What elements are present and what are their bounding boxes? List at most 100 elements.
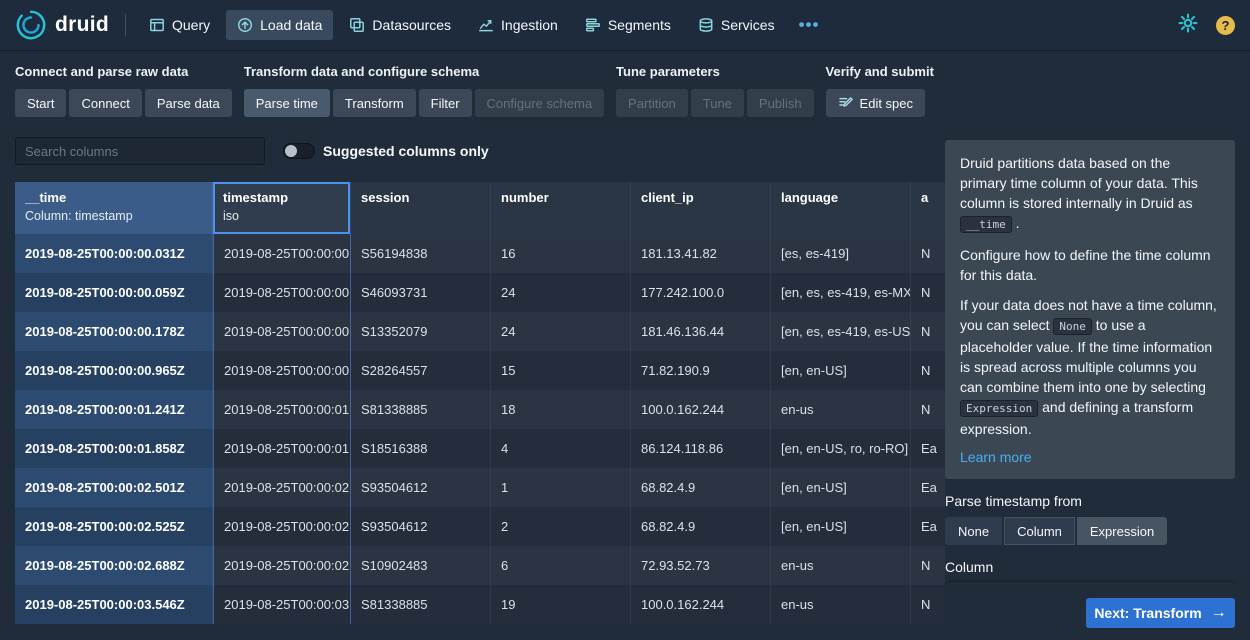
table-cell: S56194838	[351, 234, 491, 273]
nav-item-label: Segments	[608, 17, 671, 33]
nav-item-segments[interactable]: Segments	[574, 10, 682, 40]
table-cell: 2019-08-25T00:00:02.525Z	[15, 507, 213, 546]
table-cell: 177.242.100.0	[631, 273, 771, 312]
table-cell: 68.82.4.9	[631, 507, 771, 546]
nav-item-ingestion[interactable]: Ingestion	[467, 10, 569, 40]
table-cell: [es, es-419]	[771, 234, 911, 273]
table-cell: 2019-08-25T00:00:00.059Z	[15, 273, 213, 312]
step-group-title: Verify and submit	[826, 64, 934, 79]
step-transform[interactable]: Transform	[333, 89, 416, 117]
suggested-columns-label: Suggested columns only	[323, 143, 489, 159]
step-partition: Partition	[616, 89, 688, 117]
table-cell: N	[911, 312, 945, 351]
column-header-a[interactable]: a	[911, 182, 945, 234]
nav-item-query[interactable]: Query	[138, 10, 221, 40]
table-cell: 2019-08-25T00:00:00.178Z	[15, 312, 213, 351]
column-header-time[interactable]: __timeColumn: timestamp	[15, 182, 213, 234]
learn-more-link[interactable]: Learn more	[960, 447, 1032, 467]
step-label: Connect	[81, 96, 129, 111]
step-connect[interactable]: Connect	[69, 89, 141, 117]
step-filter[interactable]: Filter	[419, 89, 472, 117]
next-transform-button[interactable]: Next: Transform →	[1086, 598, 1235, 628]
step-group-connect-and-parse-raw-data: Connect and parse raw data Start Connect Pa…	[15, 64, 232, 132]
column-header-session[interactable]: session	[351, 182, 491, 234]
step-label: Edit spec	[860, 96, 913, 111]
suggested-columns-toggle[interactable]	[283, 143, 315, 159]
step-label: Filter	[431, 96, 460, 111]
table-cell: S81338885	[351, 585, 491, 624]
table-cell: N	[911, 546, 945, 585]
step-edit-spec[interactable]: Edit spec	[826, 89, 925, 117]
column-name: number	[501, 190, 620, 205]
table-cell: 4	[491, 429, 631, 468]
datasources-icon	[349, 17, 365, 33]
parse-timestamp-from-label: Parse timestamp from	[945, 493, 1235, 509]
table-cell: S18516388	[351, 429, 491, 468]
column-header-timestamp[interactable]: timestampiso	[213, 182, 351, 234]
nav-item-services[interactable]: Services	[687, 10, 786, 40]
table-row: 2019-08-25T00:00:02.501Z2019-08-25T00:00…	[15, 468, 945, 507]
nav-item-datasources[interactable]: Datasources	[338, 10, 462, 40]
table-cell: 72.93.52.73	[631, 546, 771, 585]
table-cell: 2019-08-25T00:00:00.031Z	[15, 234, 213, 273]
stepper: Connect and parse raw data Start Connect Pa…	[0, 50, 1250, 132]
column-name: session	[361, 190, 480, 205]
table-cell: Ea	[911, 468, 945, 507]
navbar-divider	[125, 14, 126, 36]
parse-from-option-none[interactable]: None	[945, 517, 1002, 545]
table-cell: 100.0.162.244	[631, 390, 771, 429]
step-tune: Tune	[691, 89, 744, 117]
table-cell: 2	[491, 507, 631, 546]
help-icon[interactable]: ?	[1216, 16, 1235, 35]
time-column-callout: Druid partitions data based on the prima…	[945, 140, 1235, 479]
column-input[interactable]	[945, 581, 1235, 592]
table-cell: N	[911, 351, 945, 390]
step-label: Partition	[628, 96, 676, 111]
table-cell: 71.82.190.9	[631, 351, 771, 390]
table-row: 2019-08-25T00:00:01.858Z2019-08-25T00:00…	[15, 429, 945, 468]
step-group-tune-parameters: Tune parametersPartitionTunePublish	[616, 64, 814, 132]
step-label: Configure schema	[487, 96, 593, 111]
table-cell: 6	[491, 546, 631, 585]
column-header-number[interactable]: number	[491, 182, 631, 234]
callout-paragraph: Druid partitions data based on the prima…	[960, 153, 1220, 235]
table-cell: 19	[491, 585, 631, 624]
parse-from-option-expression[interactable]: Expression	[1077, 517, 1167, 545]
column-subtitle: Column: timestamp	[25, 209, 202, 223]
table-cell: 2019-08-25T00:00:02.688Z	[15, 546, 213, 585]
step-start[interactable]: Start	[15, 89, 66, 117]
gear-icon[interactable]	[1178, 13, 1198, 38]
step-group-title: Tune parameters	[616, 64, 814, 79]
table-row: 2019-08-25T00:00:01.241Z2019-08-25T00:00…	[15, 390, 945, 429]
column-header-client-ip[interactable]: client_ip	[631, 182, 771, 234]
column-header-language[interactable]: language	[771, 182, 911, 234]
parse-from-option-column[interactable]: Column	[1004, 517, 1075, 545]
step-label: Start	[27, 96, 54, 111]
edit-spec-icon	[838, 95, 854, 111]
column-name: client_ip	[641, 190, 760, 205]
table-cell: 16	[491, 234, 631, 273]
inline-code: Expression	[960, 400, 1038, 417]
table-cell: S93504612	[351, 507, 491, 546]
inline-code: None	[1053, 318, 1092, 335]
table-cell: [en, en-US]	[771, 507, 911, 546]
more-icon[interactable]: •••	[791, 15, 828, 35]
step-parse-data[interactable]: Parse data	[145, 89, 232, 117]
callout-paragraphs: Druid partitions data based on the prima…	[960, 153, 1220, 439]
table-cell: 86.124.118.86	[631, 429, 771, 468]
search-input[interactable]	[15, 137, 265, 165]
table-cell: [en, en-US]	[771, 351, 911, 390]
table-row: 2019-08-25T00:00:00.031Z2019-08-25T00:00…	[15, 234, 945, 273]
step-parse-time[interactable]: Parse time	[244, 89, 330, 117]
nav-item-load-data[interactable]: Load data	[226, 10, 333, 40]
table-cell: 2019-08-25T00:00:01.858Z	[15, 429, 213, 468]
table-cell: 181.46.136.44	[631, 312, 771, 351]
brand-text[interactable]: druid	[55, 13, 109, 37]
step-group-title: Connect and parse raw data	[15, 64, 232, 79]
table-cell: N	[911, 273, 945, 312]
table-cell: [en, en-US]	[771, 468, 911, 507]
table-cell: 15	[491, 351, 631, 390]
query-icon	[149, 17, 165, 33]
druid-logo[interactable]	[15, 9, 47, 41]
step-label: Tune	[703, 96, 732, 111]
